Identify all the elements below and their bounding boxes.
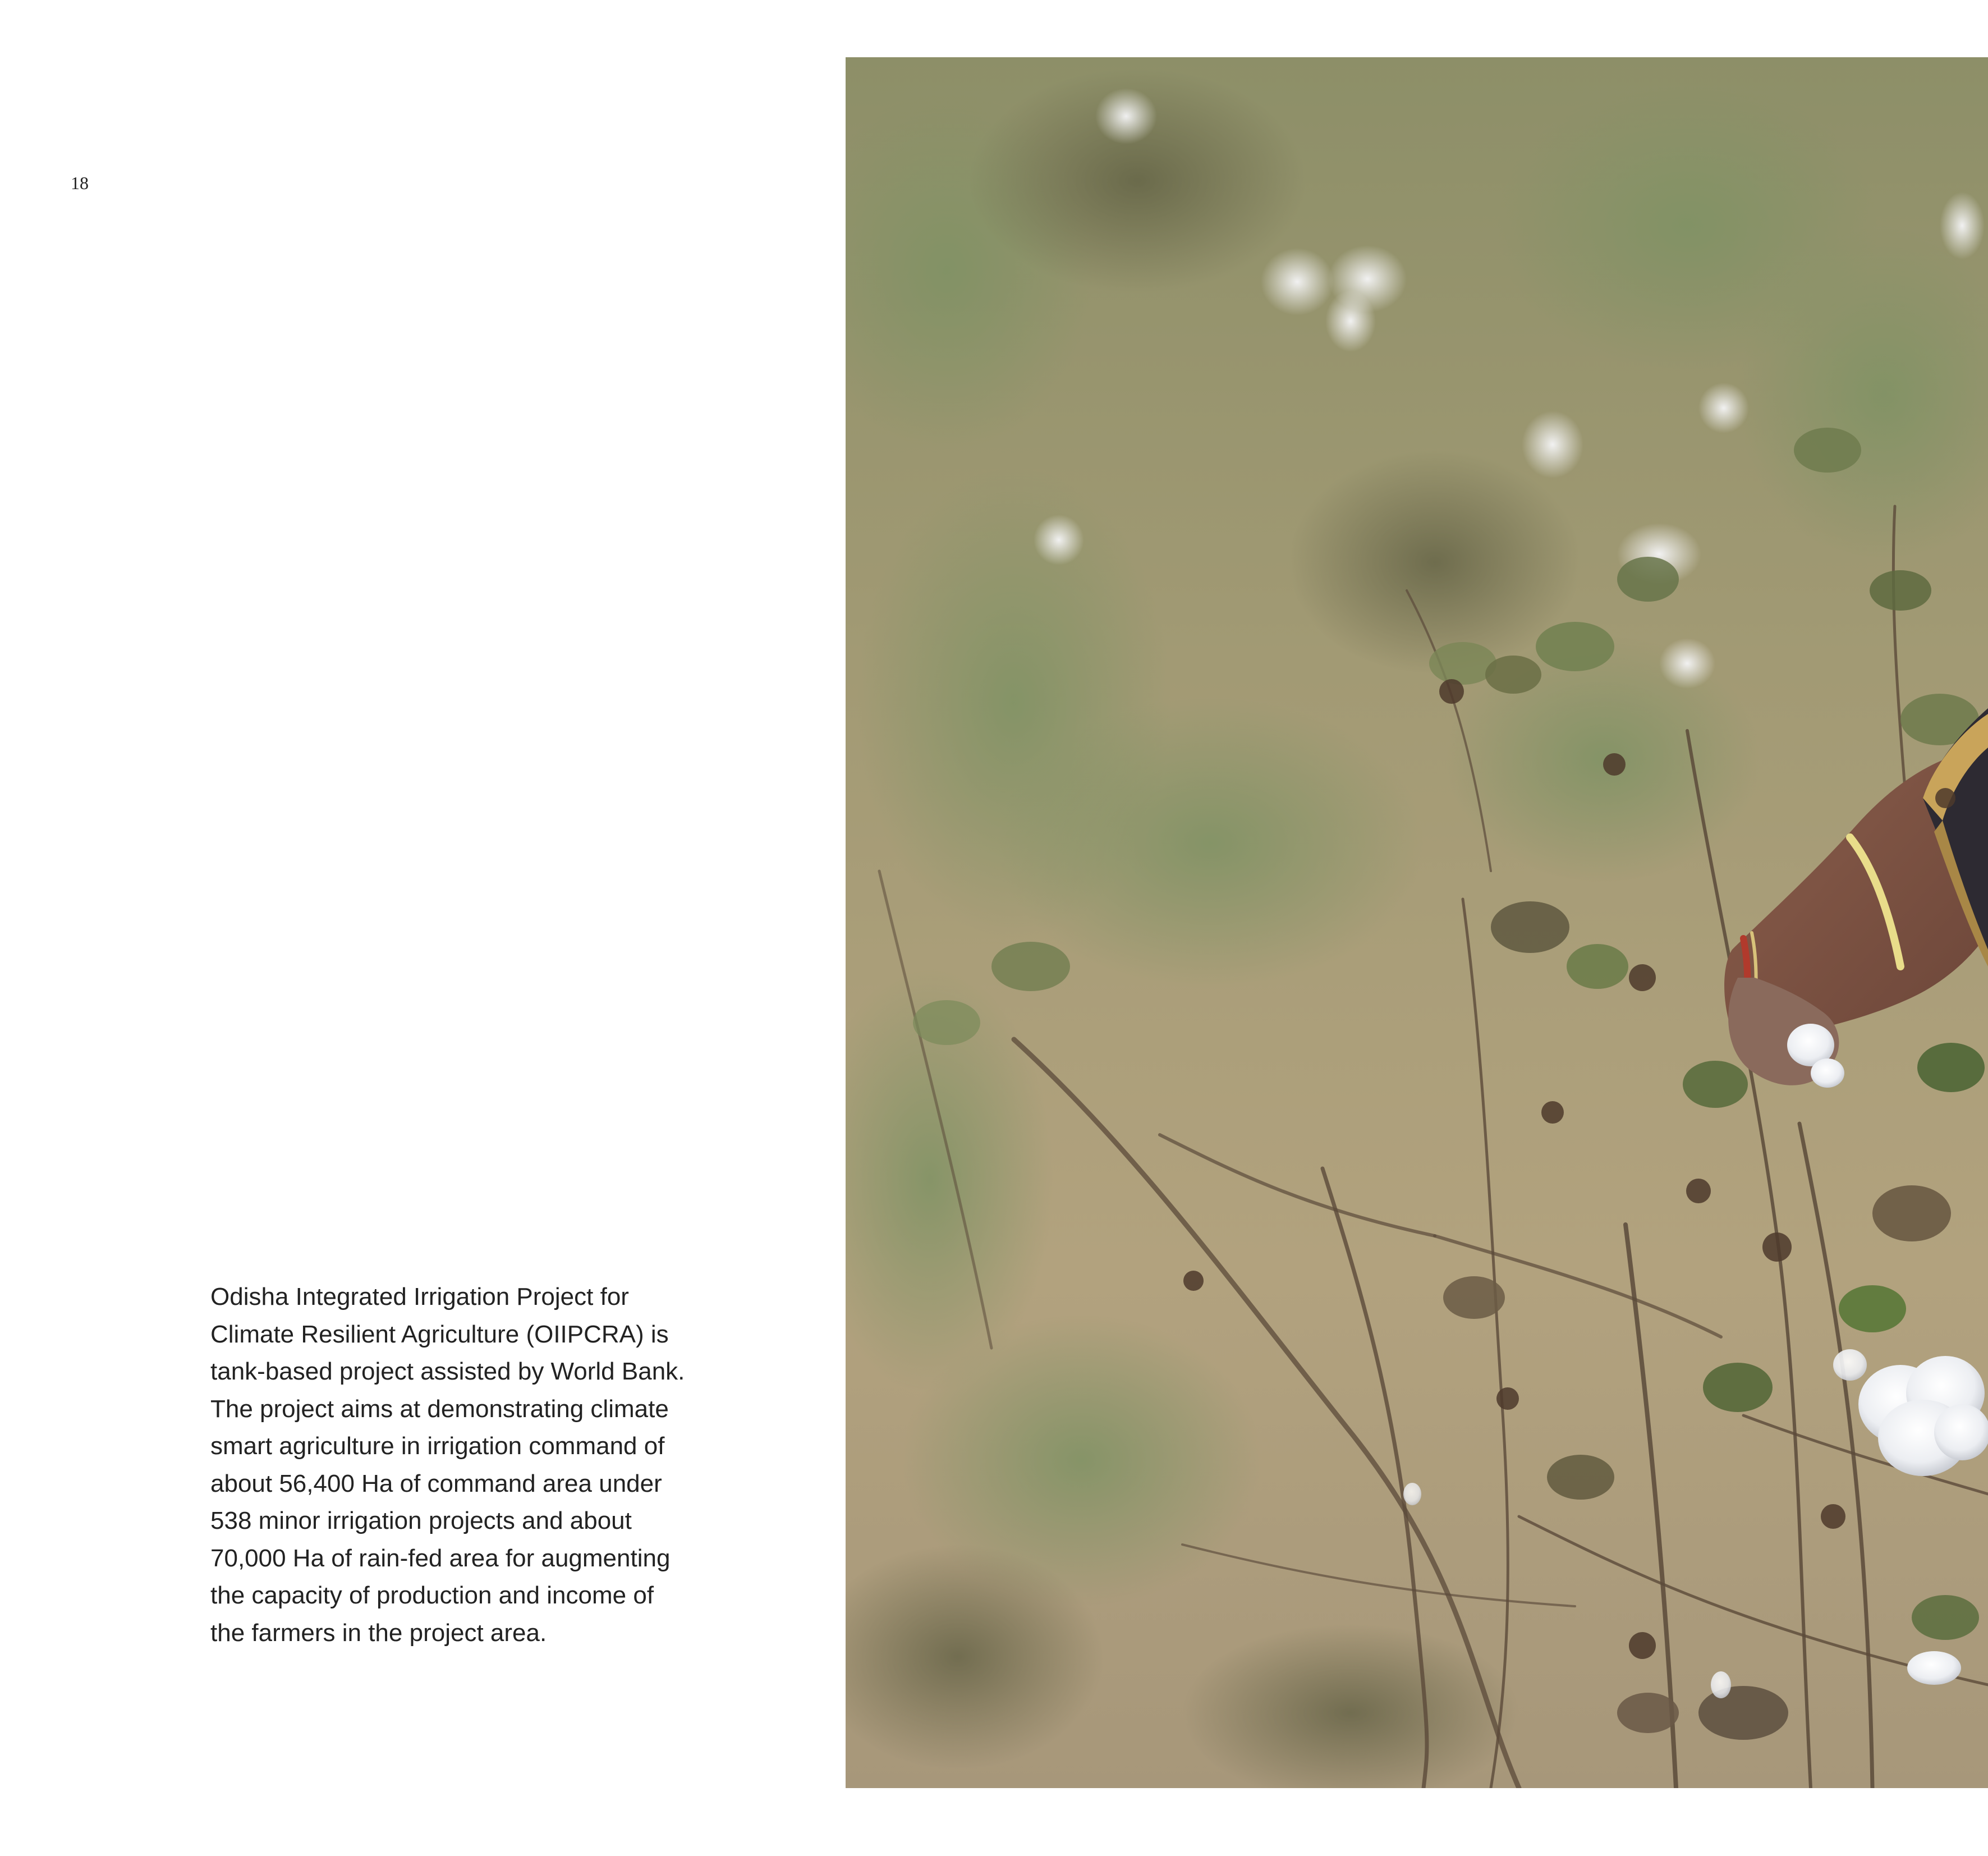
- photo-illustration: [846, 57, 1988, 1788]
- caption-line: The project aims at demonstrating climat…: [210, 1395, 669, 1423]
- caption-line: Climate Resilient Agriculture (OIIPCRA) …: [210, 1320, 669, 1348]
- cotton-field-photo: [846, 57, 1988, 1788]
- caption-line: 70,000 Ha of rain-fed area for augmentin…: [210, 1544, 671, 1572]
- caption-line: tank-based project assisted by World Ban…: [210, 1358, 685, 1385]
- caption-line: about 56,400 Ha of command area under: [210, 1469, 662, 1497]
- caption-line: 538 minor irrigation projects and about: [210, 1507, 632, 1534]
- caption-line: the farmers in the project area.: [210, 1619, 547, 1647]
- page-number: 18: [71, 173, 89, 193]
- caption-paragraph: Odisha Integrated Irrigation Project for…: [210, 1278, 685, 1652]
- caption-line: Odisha Integrated Irrigation Project for: [210, 1283, 629, 1310]
- caption-line: the capacity of production and income of: [210, 1582, 654, 1609]
- caption-line: smart agriculture in irrigation command …: [210, 1432, 665, 1460]
